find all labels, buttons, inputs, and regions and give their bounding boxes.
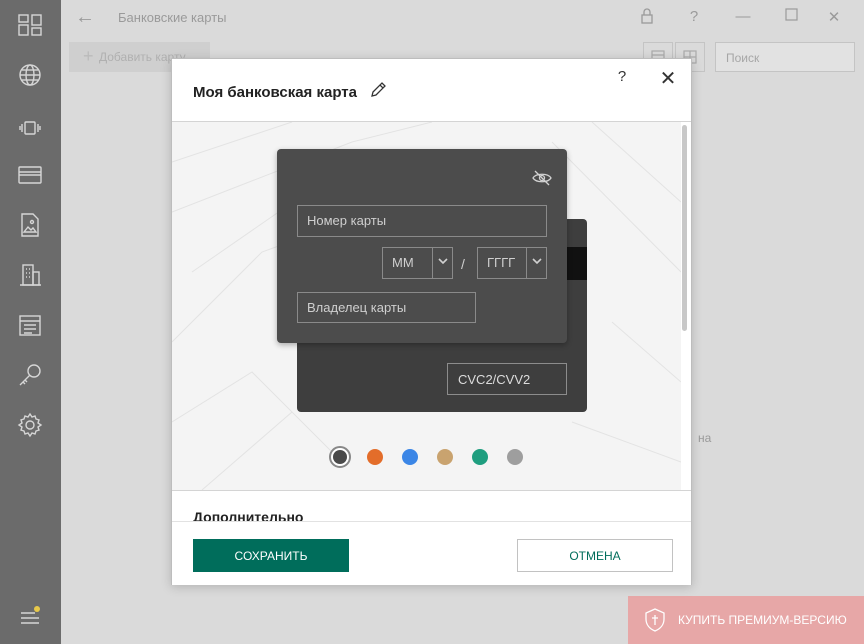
color-swatch[interactable]	[437, 449, 453, 465]
notification-dot	[34, 606, 40, 612]
building-icon[interactable]	[16, 261, 44, 289]
card-number-input[interactable]: Номер карты	[297, 205, 547, 237]
expiry-year-select[interactable]: ГГГГ	[477, 247, 547, 279]
bank-card-dialog: Моя банковская карта ? ✕ CVC2/CVV2 Номер…	[171, 58, 692, 585]
title-bar: ← Банковские карты ? — ✕	[61, 0, 864, 36]
pencil-icon[interactable]	[369, 81, 387, 99]
help-icon[interactable]: ?	[684, 8, 704, 25]
background-text: на	[698, 431, 712, 445]
close-window-icon[interactable]: ✕	[824, 8, 844, 26]
card-front: Номер карты ММ / ГГГГ Владелец карты	[277, 149, 567, 343]
lock-icon[interactable]	[637, 8, 657, 28]
key-icon[interactable]	[16, 361, 44, 389]
cancel-button[interactable]: ОТМЕНА	[517, 539, 673, 572]
minimize-icon[interactable]: —	[733, 8, 753, 25]
dialog-title: Моя банковская карта	[193, 84, 357, 101]
plus-icon: +	[83, 46, 94, 66]
calendar-icon[interactable]	[16, 311, 44, 339]
dialog-footer: СОХРАНИТЬ ОТМЕНА	[172, 521, 691, 585]
settings-icon[interactable]	[16, 411, 44, 439]
back-arrow-icon[interactable]: ←	[75, 6, 95, 29]
color-swatch[interactable]	[472, 449, 488, 465]
shield-icon	[645, 608, 665, 632]
color-swatch[interactable]	[329, 446, 351, 468]
dashboard-icon[interactable]	[16, 11, 44, 39]
divider	[172, 490, 691, 491]
cvc-input[interactable]: CVC2/CVV2	[447, 363, 567, 395]
sidebar	[0, 0, 61, 644]
scrollbar[interactable]	[682, 125, 687, 331]
window-title: Банковские карты	[118, 10, 227, 25]
image-icon[interactable]	[16, 211, 44, 239]
chevron-down-icon	[526, 248, 546, 278]
color-swatch[interactable]	[367, 449, 383, 465]
color-swatch[interactable]	[507, 449, 523, 465]
globe-icon[interactable]	[16, 61, 44, 89]
expiry-month-value: ММ	[392, 255, 414, 270]
buy-premium-button[interactable]: КУПИТЬ ПРЕМИУМ-ВЕРСИЮ	[628, 596, 864, 644]
card-icon[interactable]	[16, 161, 44, 189]
card-owner-input[interactable]: Владелец карты	[297, 292, 476, 323]
buy-premium-label: КУПИТЬ ПРЕМИУМ-ВЕРСИЮ	[678, 613, 847, 627]
maximize-icon[interactable]	[781, 8, 801, 25]
device-icon[interactable]	[16, 114, 44, 142]
date-separator: /	[461, 256, 465, 272]
search-input[interactable]: Поиск	[715, 42, 855, 72]
card-preview: CVC2/CVV2 Номер карты ММ / ГГГГ Владелец…	[172, 122, 681, 490]
expiry-month-select[interactable]: ММ	[382, 247, 453, 279]
color-swatch-fill	[333, 450, 347, 464]
color-swatch[interactable]	[402, 449, 418, 465]
dialog-help-button[interactable]: ?	[614, 68, 630, 85]
hide-eye-icon[interactable]	[532, 169, 552, 187]
save-button[interactable]: СОХРАНИТЬ	[193, 539, 349, 572]
chevron-down-icon	[432, 248, 452, 278]
dialog-close-button[interactable]: ✕	[659, 66, 677, 91]
expiry-year-value: ГГГГ	[487, 255, 516, 270]
